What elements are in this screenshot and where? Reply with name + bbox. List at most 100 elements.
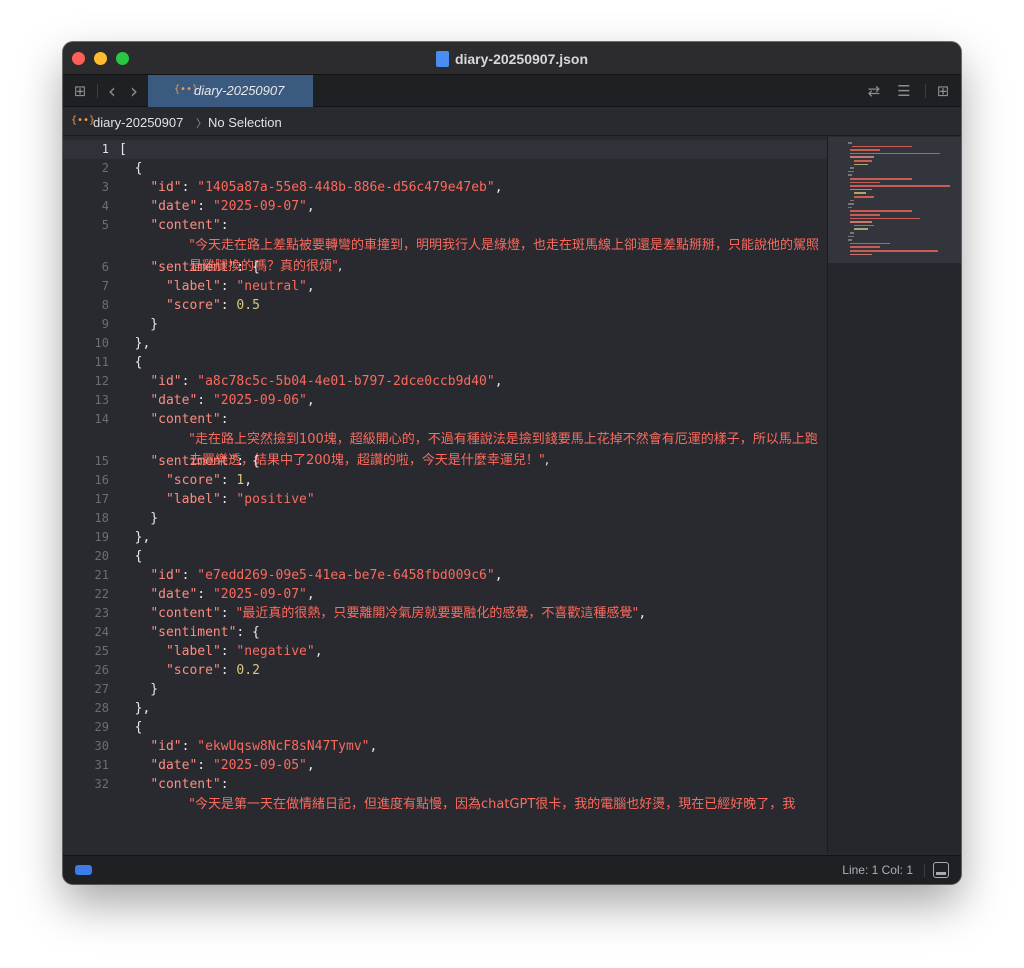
code-line: "score": 0.5	[165, 298, 260, 313]
code-line: [	[119, 142, 127, 157]
sentiment-key: label	[173, 279, 213, 294]
line-number: 21	[94, 568, 109, 582]
code-line: "content": "走在路上突然撿到100塊，超級開心的，不過有種說法是撿到錢…	[150, 412, 818, 468]
code-line: },	[119, 336, 151, 351]
back-icon[interactable]: ‹	[103, 75, 121, 107]
jump-bar: {••} diary-20250907 〉 No Selection	[63, 108, 961, 136]
minimap-line	[854, 228, 868, 230]
minimap-line	[854, 224, 874, 227]
code-line: "date": "2025-09-05",	[150, 758, 315, 773]
grid-icon[interactable]: ⊞	[69, 75, 91, 107]
minimap-line	[850, 232, 854, 234]
tabbar-separator	[925, 84, 926, 98]
sentiment-key: score	[173, 473, 213, 488]
minimap-line	[854, 160, 872, 162]
code-line: "date": "2025-09-07",	[150, 587, 315, 602]
sentiment-key: score	[173, 298, 213, 313]
code-line: "label": "negative",	[165, 644, 323, 659]
code-line: {	[119, 549, 143, 564]
minimap-line	[850, 152, 940, 155]
line-number: 27	[94, 682, 109, 696]
line-number: 22	[94, 587, 109, 601]
code-line: "id": "ekwUqsw8NcF8sN47Tymv",	[150, 739, 378, 754]
line-number: 19	[94, 530, 109, 544]
line-number: 9	[101, 317, 109, 331]
code-line: }	[119, 511, 159, 526]
code-line: "content": "最近真的很熱，只要離開冷氣房就要要融化的感覺，不喜歡這種…	[150, 606, 647, 621]
minimap-line	[850, 178, 912, 180]
code-line: {	[119, 161, 143, 176]
add-editor-icon[interactable]: ⊞	[931, 75, 955, 107]
editor-options-icon[interactable]: ☰	[891, 75, 917, 107]
line-number: 31	[94, 758, 109, 772]
tab-diary-20250907[interactable]: {••} diary-20250907	[148, 75, 313, 107]
code-line: "score": 0.2	[165, 663, 260, 678]
minimap-viewport[interactable]	[828, 137, 961, 263]
code-line: "content": "今天走在路上差點被要轉彎的車撞到，明明我行人是綠燈，也走在…	[150, 218, 819, 274]
entry-date: 2025-09-07	[220, 199, 300, 214]
sentiment-score: 0.5	[236, 298, 260, 313]
code-line: },	[119, 530, 151, 545]
window-title-group: diary-20250907.json	[63, 49, 961, 68]
code-editor[interactable]: 1 2 3 4 5 6 7 8 9 10 11 12 13 14 15 16 1…	[63, 137, 827, 854]
minimap-line	[850, 188, 872, 191]
toggle-debug-area-icon[interactable]	[933, 862, 949, 878]
line-number: 15	[94, 454, 109, 468]
line-number: 20	[94, 549, 109, 563]
minimap-line	[850, 210, 912, 212]
status-bar: Line: 1 Col: 1	[63, 855, 961, 884]
entry-id: ekwUqsw8NcF8sN47Tymv	[205, 739, 362, 754]
code-line: {	[119, 720, 143, 735]
sentiment-key: score	[173, 663, 213, 678]
json-braces-icon: {••}	[71, 115, 96, 126]
sentiment-label: neutral	[244, 279, 300, 294]
line-number: 29	[94, 720, 109, 734]
minimap-line	[850, 199, 854, 202]
line-number: 10	[94, 336, 109, 350]
tab-label: diary-20250907	[194, 83, 285, 98]
minimap-line	[854, 163, 868, 166]
minimap-line	[848, 142, 852, 144]
code-line: }	[119, 682, 159, 697]
code-line: "date": "2025-09-06",	[150, 393, 315, 408]
minimap-line	[850, 185, 950, 187]
jumpbar-file[interactable]: diary-20250907	[93, 115, 183, 130]
sentiment-label: positive	[244, 492, 307, 507]
code-text[interactable]: [ { "id": "1405a87a-55e8-448b-886e-d56c4…	[119, 140, 819, 817]
code-line: "content": "今天是第一天在做情緒日記，但進度有點慢，因為chatGPT…	[150, 777, 796, 812]
line-number: 1	[101, 142, 109, 156]
minimap-line	[854, 196, 874, 198]
code-line: "label": "positive"	[165, 492, 315, 507]
code-line: "sentiment": {	[150, 260, 260, 275]
editor-window: diary-20250907.json ⊞ ‹ › {••} diary-202…	[63, 42, 961, 884]
entry-id: 1405a87a-55e8-448b-886e-d56c479e47eb	[205, 180, 487, 195]
source-control-indicator-icon[interactable]	[75, 865, 92, 875]
line-number: 14	[94, 412, 109, 426]
minimap-line	[850, 156, 874, 158]
tabbar-separator	[97, 84, 98, 98]
chevron-right-icon: 〉	[196, 117, 207, 130]
window-title: diary-20250907.json	[454, 51, 589, 67]
line-number: 5	[101, 218, 109, 232]
title-bar: diary-20250907.json	[63, 42, 961, 74]
minimap-line	[850, 242, 890, 245]
minimap-line	[848, 239, 852, 241]
entry-date: 2025-09-06	[220, 393, 300, 408]
sentiment-key: label	[173, 492, 213, 507]
minimap[interactable]	[827, 137, 961, 854]
forward-icon[interactable]: ›	[125, 75, 143, 107]
line-number: 32	[94, 777, 109, 791]
tab-bar: ⊞ ‹ › {••} diary-20250907 ⇄ ☰ ⊞	[63, 74, 961, 107]
line-number: 24	[94, 625, 109, 639]
jumpbar-selection[interactable]: No Selection	[208, 115, 282, 130]
minimap-line	[848, 206, 852, 209]
minimap-line	[850, 181, 880, 184]
line-number: 6	[101, 260, 109, 274]
entry-date: 2025-09-07	[220, 587, 300, 602]
code-line: "id": "1405a87a-55e8-448b-886e-d56c479e4…	[150, 180, 503, 195]
line-number: 18	[94, 511, 109, 525]
entry-date: 2025-09-05	[220, 758, 300, 773]
code-line: "date": "2025-09-07",	[150, 199, 315, 214]
swap-icon[interactable]: ⇄	[863, 75, 885, 107]
entry-content: 今天是第一天在做情緒日記，但進度有點慢，因為chatGPT很卡，我的電腦也好燙，…	[194, 797, 796, 812]
